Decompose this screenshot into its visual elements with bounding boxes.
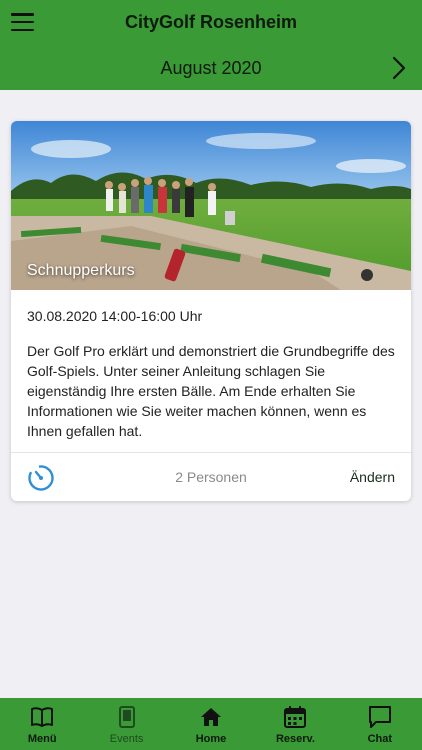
book-icon [31, 707, 54, 727]
tab-chat[interactable]: Chat [338, 698, 422, 750]
home-icon [201, 708, 222, 726]
tab-reservations[interactable]: Reserv. [253, 698, 337, 750]
app-screen: CityGolf Rosenheim August 2020 Schnupper… [0, 0, 422, 750]
event-card[interactable]: Schnupperkurs 30.08.2020 14:00-16:00 Uhr… [11, 121, 411, 501]
event-datetime: 30.08.2020 14:00-16:00 Uhr [27, 308, 203, 324]
calendar-icon [284, 706, 307, 728]
app-header: CityGolf Rosenheim August 2020 [0, 0, 422, 90]
event-title: Schnupperkurs [27, 262, 135, 279]
tab-label-events: Events [109, 733, 144, 745]
tab-label-menu: Menü [27, 733, 57, 745]
tablet-icon [118, 706, 135, 728]
month-label: August 2020 [160, 58, 262, 78]
tab-label-chat: Chat [367, 733, 393, 745]
tab-label-home: Home [195, 733, 227, 745]
event-description: Der Golf Pro erklärt und demonstriert di… [27, 343, 395, 439]
tab-home[interactable]: Home [169, 698, 253, 750]
edit-button[interactable]: Ändern [350, 469, 395, 485]
chevron-right-icon[interactable] [390, 55, 408, 81]
app-title: CityGolf Rosenheim [124, 12, 298, 32]
tab-menu[interactable]: Menü [0, 698, 84, 750]
tab-label-reservations: Reserv. [275, 733, 315, 745]
tab-bar: Menü Events Home Reserv. Chat [0, 698, 422, 750]
event-image: Schnupperkurs [11, 121, 411, 290]
card-footer: 2 Personen Ändern [11, 453, 411, 501]
chat-icon [368, 706, 391, 728]
tab-events[interactable]: Events [84, 698, 168, 750]
